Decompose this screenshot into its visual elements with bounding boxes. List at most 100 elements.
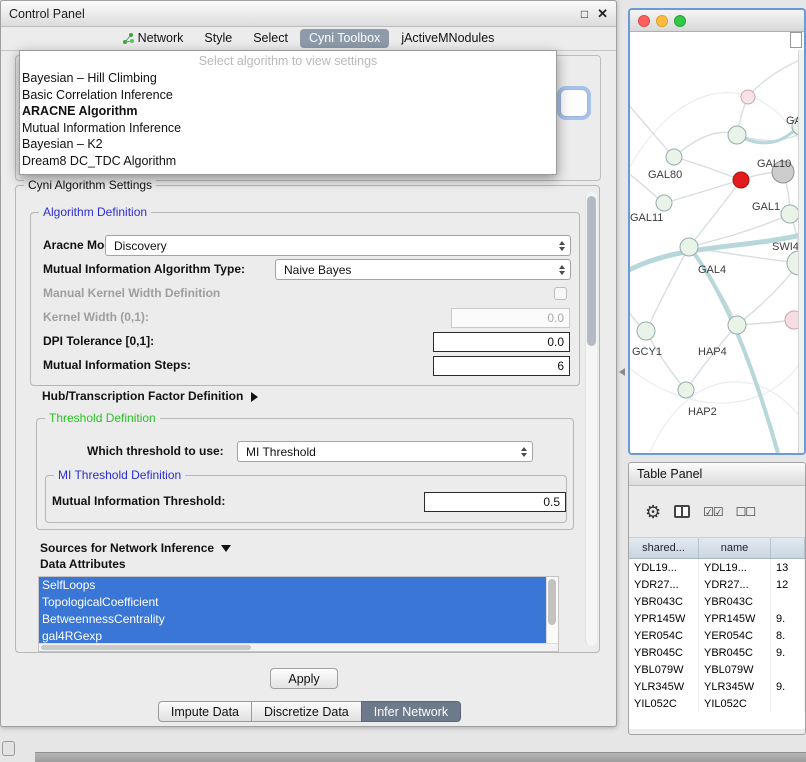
network-vscrollbar[interactable]	[798, 50, 804, 453]
minimize-window-icon[interactable]	[656, 15, 668, 27]
gear-icon[interactable]: ⚙	[645, 503, 661, 521]
data-attributes-items: SelfLoopsTopologicalCoefficientBetweenne…	[39, 577, 558, 645]
dpi-tolerance-label: DPI Tolerance [0,1]:	[43, 331, 154, 352]
hub-definition-toggle[interactable]: Hub/Transcription Factor Definition	[42, 386, 258, 407]
column-header-shared-name[interactable]: shared...	[629, 538, 699, 558]
table-cell	[771, 593, 805, 610]
algorithm-option[interactable]: Mutual Information Inference	[20, 120, 556, 137]
which-threshold-value: MI Threshold	[246, 445, 316, 459]
attribute-list-hscrollbar[interactable]	[39, 643, 558, 651]
network-node[interactable]	[678, 382, 694, 398]
mi-algorithm-type-combo[interactable]: Naive Bayes	[275, 259, 571, 280]
table-row[interactable]: YBR045CYBR045C9.	[629, 644, 805, 661]
columns-icon[interactable]	[674, 505, 690, 518]
node-label: HAP4	[698, 346, 727, 358]
help-button[interactable]	[560, 89, 588, 117]
mi-steps-field[interactable]: 6	[433, 356, 570, 376]
table-panel-toolbar: ⚙ ☑☑ ☐☐	[629, 486, 805, 538]
combo-spinner-icon	[521, 447, 527, 457]
table-row[interactable]: YIL052CYIL052C	[629, 695, 805, 712]
network-node[interactable]	[733, 172, 749, 188]
network-node[interactable]	[680, 238, 698, 256]
dpi-tolerance-field[interactable]: 0.0	[433, 332, 570, 352]
attribute-item[interactable]: TopologicalCoefficient	[39, 594, 546, 611]
tab-style[interactable]: Style	[195, 29, 241, 48]
table-cell: YLR345W	[629, 678, 699, 695]
algorithm-option[interactable]: Bayesian – K2	[20, 136, 556, 153]
tab-select[interactable]: Select	[244, 29, 297, 48]
control-panel-title: Control Panel	[9, 7, 85, 21]
table-cell: YDL19...	[629, 559, 699, 576]
manual-kernel-width-checkbox[interactable]	[554, 287, 567, 300]
algorithm-dropdown-popup: Select algorithm to view settings Bayesi…	[19, 50, 557, 175]
aracne-mode-value: Discovery	[114, 239, 167, 253]
scrollbar-thumb[interactable]	[548, 579, 556, 625]
close-icon[interactable]: ✕	[597, 7, 608, 20]
kernel-width-field[interactable]: 0.0	[451, 308, 570, 328]
tab-network-label: Network	[138, 31, 184, 45]
scrollbar-thumb[interactable]	[587, 196, 596, 346]
node-label: HAP2	[688, 406, 717, 418]
network-node[interactable]	[637, 322, 655, 340]
table-cell: 13	[771, 559, 805, 576]
tab-discretize-data[interactable]: Discretize Data	[251, 701, 362, 722]
table-cell: YPR145W	[629, 610, 699, 627]
attribute-item[interactable]: BetweennessCentrality	[39, 611, 546, 628]
network-node[interactable]	[741, 90, 755, 104]
algorithm-option[interactable]: Dream8 DC_TDC Algorithm	[20, 153, 556, 170]
table-row[interactable]: YDL19...YDL19...13	[629, 559, 805, 576]
select-all-icon[interactable]: ☑☑	[703, 505, 723, 519]
collapsed-panel-icon[interactable]	[2, 741, 15, 756]
algorithm-placeholder-option[interactable]: Select algorithm to view settings	[20, 53, 556, 70]
settings-vscrollbar[interactable]	[585, 192, 597, 646]
table-row[interactable]: YLR345WYLR345W9.	[629, 678, 805, 695]
algorithm-option[interactable]: ARACNE Algorithm	[20, 103, 556, 120]
network-node[interactable]	[728, 316, 746, 334]
network-tab-icon	[123, 33, 134, 44]
network-node[interactable]	[656, 195, 672, 211]
panel-divider-arrow-icon[interactable]	[619, 368, 625, 376]
table-row[interactable]: YDR27...YDR27...12	[629, 576, 805, 593]
network-node[interactable]	[728, 126, 746, 144]
zoom-window-icon[interactable]	[674, 15, 686, 27]
aracne-mode-combo[interactable]: Discovery	[105, 235, 571, 256]
node-label: SWI4	[772, 241, 799, 253]
combo-spinner-icon	[559, 265, 565, 275]
canvas-corner-widget[interactable]	[790, 32, 802, 48]
which-threshold-combo[interactable]: MI Threshold	[237, 441, 533, 462]
mi-threshold-group-title: MI Threshold Definition	[54, 468, 185, 482]
network-canvas[interactable]: GAL80GAL10GAL11GAL1SWI4GAL4GCY1HAP4HAP2G…	[630, 32, 804, 453]
table-row[interactable]: YBL079WYBL079W	[629, 661, 805, 678]
network-graph: GAL80GAL10GAL11GAL1SWI4GAL4GCY1HAP4HAP2G…	[630, 32, 804, 453]
table-cell: YPR145W	[699, 610, 771, 627]
tab-infer-network[interactable]: Infer Network	[361, 701, 461, 722]
algorithm-option[interactable]: Bayesian – Hill Climbing	[20, 70, 556, 87]
table-cell: 9.	[771, 610, 805, 627]
table-cell: 8.	[771, 627, 805, 644]
column-header-name[interactable]: name	[699, 538, 771, 558]
table-row[interactable]: YPR145WYPR145W9.	[629, 610, 805, 627]
network-node[interactable]	[666, 149, 682, 165]
tab-impute-data[interactable]: Impute Data	[158, 701, 252, 722]
algorithm-option[interactable]: Basic Correlation Inference	[20, 87, 556, 104]
tab-cyni-toolbox[interactable]: Cyni Toolbox	[300, 29, 389, 48]
attribute-item[interactable]: SelfLoops	[39, 577, 546, 594]
network-node[interactable]	[781, 205, 799, 223]
tab-jactivemnodules[interactable]: jActiveMNodules	[392, 29, 503, 48]
tab-network[interactable]: Network	[114, 29, 193, 48]
table-row[interactable]: YBR043CYBR043C	[629, 593, 805, 610]
table-cell: YIL052C	[699, 695, 771, 712]
network-node-labels: GAL80GAL10GAL11GAL1SWI4GAL4GCY1HAP4HAP2G…	[630, 115, 804, 418]
mi-threshold-field[interactable]: 0.5	[424, 492, 566, 512]
apply-button[interactable]: Apply	[270, 668, 338, 689]
scrollbar-thumb[interactable]	[41, 645, 251, 650]
table-row[interactable]: YER054CYER054C8.	[629, 627, 805, 644]
column-header-extra[interactable]	[771, 538, 805, 558]
float-panel-icon[interactable]: □	[581, 8, 588, 20]
deselect-all-icon[interactable]: ☐☐	[736, 505, 756, 519]
close-window-icon[interactable]	[638, 15, 650, 27]
attribute-list-vscrollbar[interactable]	[546, 577, 558, 644]
expanded-down-arrow-icon	[221, 545, 231, 552]
table-cell	[771, 695, 805, 712]
collapsed-right-arrow-icon	[251, 392, 258, 402]
